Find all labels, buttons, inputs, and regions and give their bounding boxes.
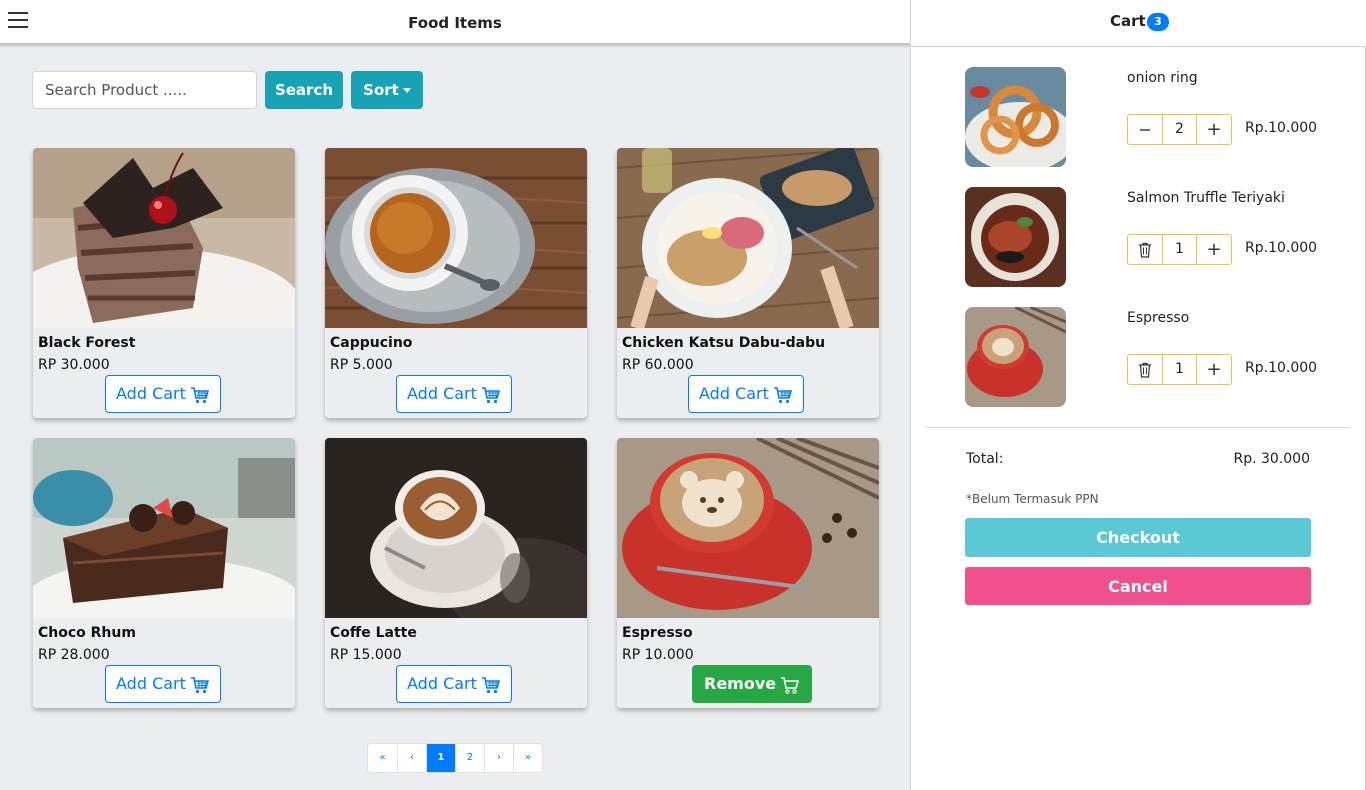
add-cart-button[interactable]: Add Cart	[396, 665, 512, 703]
cart-item-image	[965, 67, 1066, 167]
pagination-page-2[interactable]: 2	[455, 744, 484, 772]
top-navbar: Food Items	[0, 0, 910, 46]
cart-item-image	[965, 187, 1066, 287]
quantity-stepper: 1 +	[1127, 354, 1232, 385]
cart-item-image	[965, 307, 1066, 407]
add-cart-label: Add Cart	[699, 384, 769, 404]
remove-label: Remove	[704, 674, 777, 694]
plus-icon[interactable]: +	[1197, 235, 1231, 264]
product-name: Espresso	[622, 625, 693, 641]
product-image-chicken-katsu	[617, 148, 879, 328]
cart-divider	[926, 427, 1350, 428]
search-input[interactable]	[32, 71, 257, 109]
page-title: Food Items	[408, 14, 502, 32]
total-label: Total:	[966, 451, 1004, 467]
product-card: Chicken Katsu Dabu-dabu RP 60.000 Add Ca…	[617, 148, 879, 418]
caret-down-icon	[402, 88, 411, 93]
sort-dropdown-button[interactable]: Sort	[351, 71, 423, 109]
product-price: RP 60.000	[622, 357, 694, 373]
cart-icon	[773, 386, 792, 403]
cart-icon	[781, 676, 800, 694]
pagination: « ‹ 1 2 › »	[367, 743, 543, 773]
add-cart-button[interactable]: Add Cart	[105, 375, 221, 413]
product-price: RP 5.000	[330, 357, 393, 373]
pagination-last[interactable]: »	[513, 744, 542, 772]
total-value: Rp. 30.000	[1233, 451, 1310, 467]
pagination-page-1[interactable]: 1	[426, 744, 455, 772]
product-card: Choco Rhum RP 28.000 Add Cart	[33, 438, 295, 708]
product-name: Chicken Katsu Dabu-dabu	[622, 335, 826, 351]
cart-item-price: Rp.10.000	[1245, 240, 1318, 256]
sort-label: Sort	[363, 81, 399, 99]
add-cart-label: Add Cart	[116, 384, 186, 404]
add-cart-label: Add Cart	[116, 674, 186, 694]
cart-icon	[190, 676, 209, 693]
pagination-next[interactable]: ›	[484, 744, 513, 772]
plus-icon[interactable]: +	[1197, 355, 1231, 384]
cart-item-price: Rp.10.000	[1245, 360, 1318, 376]
product-image-espresso	[617, 438, 879, 618]
add-cart-button[interactable]: Add Cart	[105, 665, 221, 703]
quantity-value[interactable]: 1	[1162, 355, 1197, 384]
cart-item-name: Espresso	[1127, 310, 1190, 326]
cart-title: Cart	[1110, 12, 1146, 30]
product-price: RP 10.000	[622, 647, 694, 663]
quantity-value[interactable]: 1	[1162, 235, 1197, 264]
add-cart-label: Add Cart	[407, 384, 477, 404]
trash-icon[interactable]	[1128, 235, 1162, 264]
cart-item-name: onion ring	[1127, 70, 1198, 86]
product-name: Cappucino	[330, 335, 413, 351]
cart-icon	[481, 386, 500, 403]
product-image-black-forest	[33, 148, 295, 328]
cart-icon	[190, 386, 209, 403]
product-card: Cappucino RP 5.000 Add Cart	[325, 148, 587, 418]
quantity-stepper: 2 +	[1127, 114, 1232, 145]
cancel-button[interactable]: Cancel	[965, 567, 1311, 605]
add-cart-button[interactable]: Add Cart	[688, 375, 804, 413]
product-name: Choco Rhum	[38, 625, 136, 641]
cart-panel: Cart 3 onion ring 2 + Rp.10.000 Salmon T…	[910, 0, 1366, 790]
plus-icon[interactable]: +	[1197, 115, 1231, 144]
product-price: RP 15.000	[330, 647, 402, 663]
product-price: RP 28.000	[38, 647, 110, 663]
product-panel: Food Items Search Sort Black Forest RP 3…	[0, 0, 910, 790]
product-price: RP 30.000	[38, 357, 110, 373]
cart-count-badge: 3	[1147, 13, 1169, 31]
product-card: Espresso RP 10.000 Remove	[617, 438, 879, 708]
tax-note: *Belum Termasuk PPN	[966, 492, 1099, 506]
cart-item-price: Rp.10.000	[1245, 120, 1318, 136]
add-cart-button[interactable]: Add Cart	[396, 375, 512, 413]
cart-icon	[481, 676, 500, 693]
product-image-choco-rhum	[33, 438, 295, 618]
checkout-button[interactable]: Checkout	[965, 518, 1311, 557]
add-cart-label: Add Cart	[407, 674, 477, 694]
minus-icon[interactable]	[1128, 115, 1162, 144]
quantity-value[interactable]: 2	[1162, 115, 1197, 144]
pagination-prev[interactable]: ‹	[397, 744, 426, 772]
product-card: Coffe Latte RP 15.000 Add Cart	[325, 438, 587, 708]
quantity-stepper: 1 +	[1127, 234, 1232, 265]
product-name: Coffe Latte	[330, 625, 417, 641]
product-image-coffe-latte	[325, 438, 587, 618]
search-button[interactable]: Search	[265, 71, 343, 109]
cart-item-name: Salmon Truffle Teriyaki	[1127, 190, 1285, 206]
product-image-cappucino	[325, 148, 587, 328]
cart-header: Cart 3	[911, 0, 1366, 47]
pagination-first[interactable]: «	[368, 744, 397, 772]
remove-button[interactable]: Remove	[692, 665, 813, 703]
product-name: Black Forest	[38, 335, 136, 351]
trash-icon[interactable]	[1128, 355, 1162, 384]
product-card: Black Forest RP 30.000 Add Cart	[33, 148, 295, 418]
